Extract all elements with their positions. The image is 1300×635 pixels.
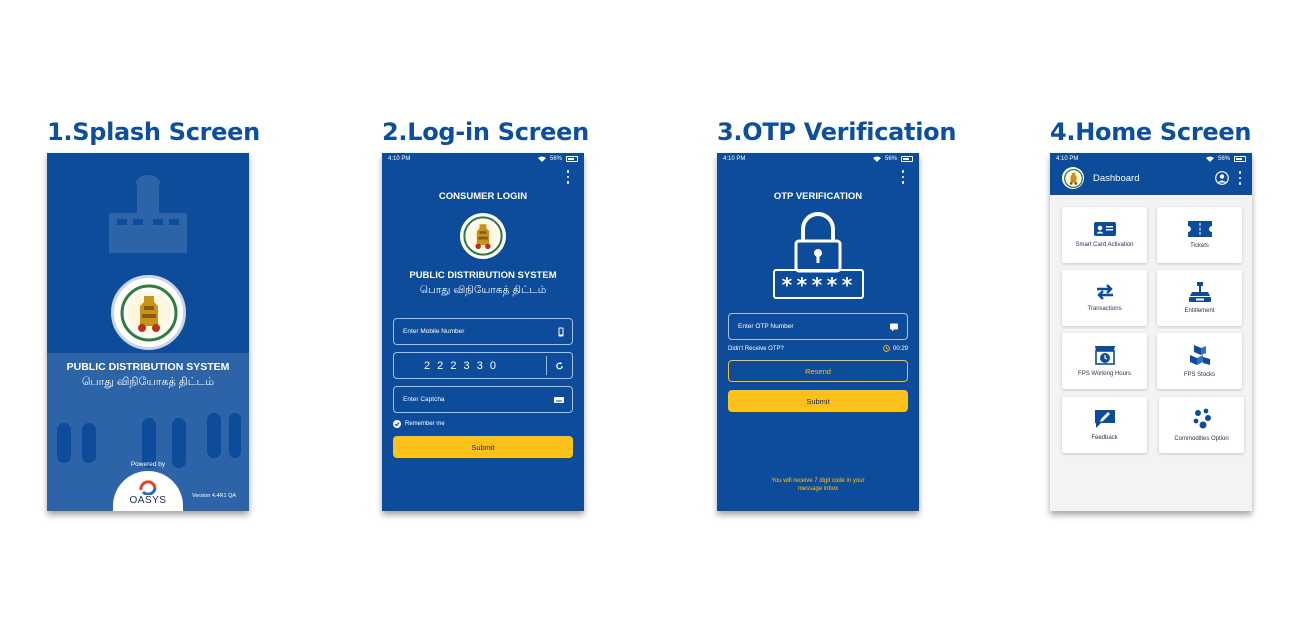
home-header: 4:10 PM 56% Dashboard <box>1050 153 1252 195</box>
weighing-scale-icon <box>1188 282 1211 302</box>
tile-label: FPS Stocks <box>1183 372 1216 378</box>
fps-working-hours-tile[interactable]: FPS Working Hours <box>1062 333 1147 389</box>
login-screen-title: 2.Log-in Screen <box>382 118 589 146</box>
otp-countdown: 00:29 <box>883 345 908 352</box>
clock-icon <box>883 345 890 352</box>
splash-system-name-tamil: பொது விநியோகத் திட்டம் <box>81 376 215 388</box>
battery-percent: 56% <box>1217 155 1230 162</box>
tile-label: FPS Working Hours <box>1078 371 1131 377</box>
otp-screen-title: 3.OTP Verification <box>717 118 957 146</box>
refresh-captcha-icon[interactable] <box>555 361 564 370</box>
login-submit-button[interactable]: Submit <box>393 436 573 458</box>
dashboard-title: Dashboard <box>1093 173 1140 184</box>
resend-button[interactable]: Resend <box>728 360 908 382</box>
otp-number-input[interactable]: Enter OTP Number <box>728 313 908 340</box>
tile-label: Feedback <box>1091 435 1118 441</box>
captcha-display: 2 2 2 3 3 0 <box>393 352 573 379</box>
home-screen-title: 4.Home Screen <box>1050 118 1252 146</box>
status-bar: 4:10 PM 56% <box>717 153 919 164</box>
home-screen: 4:10 PM 56% Dashboard Smart Card Activat… <box>1050 153 1252 511</box>
tn-emblem-logo <box>111 275 186 350</box>
fps-stocks-tile[interactable]: FPS Stocks <box>1157 333 1242 389</box>
checked-circle-icon <box>393 420 401 428</box>
login-system-name: PUBLIC DISTRIBUTION SYSTEM <box>409 270 557 281</box>
keyboard-icon <box>554 396 564 403</box>
overflow-menu-icon[interactable] <box>566 170 570 184</box>
overflow-menu-icon[interactable] <box>1238 171 1242 185</box>
login-system-name-tamil: பொது விநியோகத் திட்டம் <box>419 284 547 296</box>
battery-percent: 56% <box>884 155 897 162</box>
remember-me-checkbox[interactable]: Remember me <box>393 420 445 428</box>
otp-info-line-1: You will receive 7 digit code in your <box>771 478 865 484</box>
mobile-number-input[interactable]: Enter Mobile Number <box>393 318 573 345</box>
wifi-icon <box>872 156 881 162</box>
phone-icon <box>558 327 564 336</box>
commodities-option-tile[interactable]: Commodities Option <box>1159 397 1244 453</box>
stock-boxes-icon <box>1189 345 1210 365</box>
tile-label: Smart Card Activation <box>1075 242 1134 248</box>
wifi-icon <box>537 156 546 162</box>
captcha-placeholder: Enter Captcha <box>403 396 445 403</box>
splash-system-name: PUBLIC DISTRIBUTION SYSTEM <box>66 361 230 373</box>
battery-percent: 56% <box>549 155 562 162</box>
feedback-tile[interactable]: Feedback <box>1062 397 1147 453</box>
status-bar: 4:10 PM 56% <box>382 153 584 164</box>
tile-label: Tickets <box>1190 243 1209 249</box>
feedback-chat-icon <box>1094 410 1115 428</box>
otp-heading: OTP VERIFICATION <box>773 191 863 202</box>
transfer-arrows-icon <box>1096 284 1113 300</box>
tn-emblem-logo <box>1062 167 1084 189</box>
padlock-illustration-icon <box>794 212 842 273</box>
tile-label: Transactions <box>1087 306 1122 312</box>
didnt-receive-otp-label: Didn't Receive OTP? <box>728 346 784 352</box>
transactions-tile[interactable]: Transactions <box>1062 270 1147 326</box>
ticket-icon <box>1187 221 1212 237</box>
shop-clock-icon <box>1094 346 1115 365</box>
otp-submit-button[interactable]: Submit <box>728 390 908 412</box>
captcha-input[interactable]: Enter Captcha <box>393 386 573 413</box>
status-time: 4:10 PM <box>723 155 746 162</box>
otp-info-line-2: message inbox <box>797 486 839 492</box>
otp-masked-box: ***** <box>773 269 864 299</box>
status-bar: 4:10 PM 56% <box>1050 153 1252 164</box>
login-screen: 4:10 PM 56% CONSUMER LOGIN PUBLIC DISTRI… <box>382 153 584 511</box>
tile-label: Commodities Option <box>1174 436 1229 442</box>
otp-timer: 00:29 <box>892 345 908 352</box>
tickets-tile[interactable]: Tickets <box>1157 207 1242 263</box>
remember-me-label: Remember me <box>405 421 445 427</box>
oasys-logo-mark-icon <box>139 480 157 495</box>
oasys-brand-text: OASYS <box>129 495 167 506</box>
otp-number-placeholder: Enter OTP Number <box>738 323 794 330</box>
app-version: Version 4.4R1 QA <box>192 493 237 499</box>
login-heading: CONSUMER LOGIN <box>438 191 528 202</box>
commodities-icon <box>1193 408 1211 429</box>
powered-by-label: Powered by <box>130 461 166 468</box>
smart-card-activation-tile[interactable]: Smart Card Activation <box>1062 207 1147 263</box>
overflow-menu-icon[interactable] <box>901 170 905 184</box>
splash-screen: PUBLIC DISTRIBUTION SYSTEM பொது விநியோகத… <box>47 153 249 511</box>
status-time: 4:10 PM <box>1056 155 1079 162</box>
sms-icon <box>890 323 898 331</box>
tile-label: Entitlement <box>1184 308 1215 314</box>
splash-screen-title: 1.Splash Screen <box>47 118 260 146</box>
wifi-icon <box>1205 156 1214 162</box>
battery-icon <box>1234 155 1246 162</box>
id-card-icon <box>1093 222 1116 236</box>
captcha-code: 2 2 2 3 3 0 <box>424 359 498 372</box>
status-time: 4:10 PM <box>388 155 411 162</box>
profile-icon[interactable] <box>1215 171 1229 185</box>
battery-icon <box>566 155 578 162</box>
entitlement-tile[interactable]: Entitlement <box>1157 270 1242 326</box>
battery-icon <box>901 155 913 162</box>
mobile-number-placeholder: Enter Mobile Number <box>403 328 465 335</box>
otp-screen: 4:10 PM 56% OTP VERIFICATION ***** Enter… <box>717 153 919 511</box>
tn-emblem-logo <box>460 213 506 259</box>
otp-masked-digits: ***** <box>780 273 857 297</box>
